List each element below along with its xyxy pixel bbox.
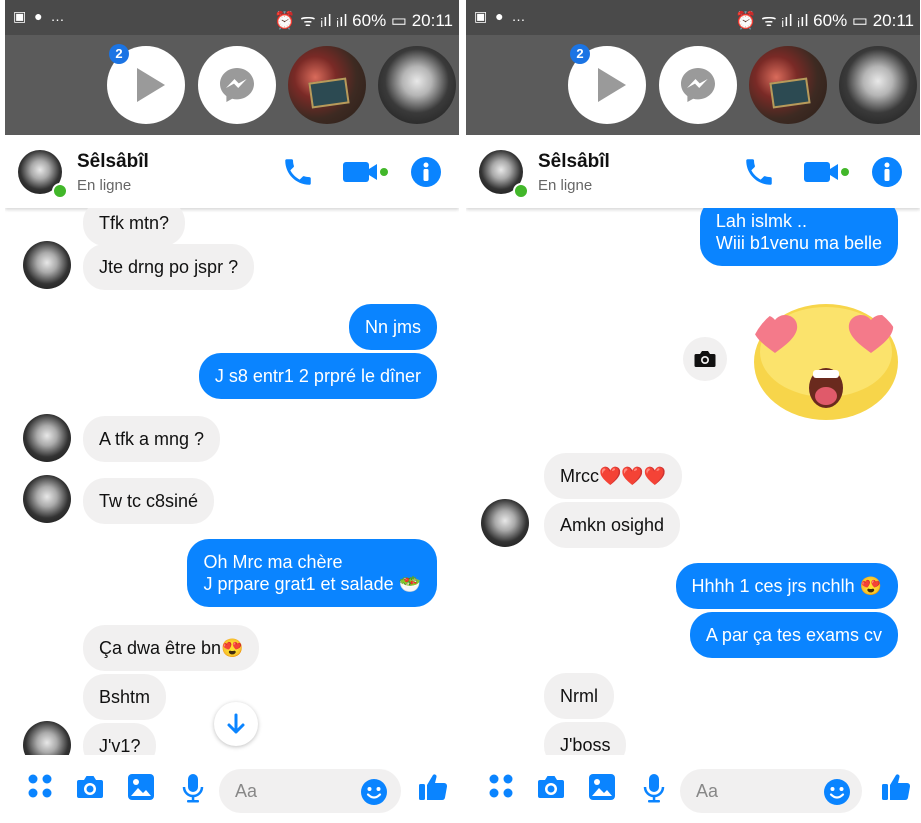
message-outgoing[interactable]: Hhhh 1 ces jrs nchlh 😍 — [675, 563, 898, 609]
sender-avatar — [23, 414, 71, 462]
chat-heads-area: 2 — [5, 35, 459, 135]
sender-avatar — [23, 475, 71, 523]
header-actions — [742, 155, 912, 189]
contact-name[interactable]: Sêlsâbîl — [538, 151, 610, 173]
message-incoming[interactable]: Tw tc c8siné — [83, 478, 215, 524]
messenger-icon — [220, 68, 254, 102]
unread-badge: 2 — [570, 44, 590, 64]
heart-eyes-sticker[interactable] — [749, 296, 904, 421]
chat-heads-area: 2 — [466, 35, 920, 135]
more-actions-icon[interactable] — [27, 773, 53, 799]
messenger-icon — [681, 68, 715, 102]
sender-avatar — [481, 499, 529, 547]
status-left-icons: ▣ ● … — [474, 8, 528, 24]
conversation-header: Sêlsâbîl En ligne — [466, 135, 920, 208]
camera-icon — [694, 351, 716, 367]
message-list[interactable]: Tfk mtn? Jte drng po jspr ? Nn jms J s8 … — [5, 208, 459, 755]
message-outgoing[interactable]: Oh Mrc ma chère J prpare grat1 et salade… — [187, 539, 437, 607]
message-outgoing[interactable]: A par ça tes exams cv — [689, 612, 898, 658]
message-list[interactable]: Lah islmk .. Wiii b1venu ma belle Mrcc❤️… — [466, 208, 920, 755]
camera-reply-button[interactable] — [683, 337, 727, 381]
gallery-icon[interactable] — [588, 773, 616, 801]
like-icon[interactable] — [880, 771, 912, 803]
message-incoming[interactable]: Amkn osighd — [544, 502, 681, 548]
message-incoming[interactable]: J'v1? — [83, 723, 157, 755]
more-actions-icon[interactable] — [488, 773, 514, 799]
microphone-icon[interactable] — [642, 773, 666, 803]
status-left-icons: ▣ ● … — [13, 8, 67, 24]
like-icon[interactable] — [417, 771, 449, 803]
online-indicator — [513, 183, 529, 199]
info-icon[interactable] — [409, 155, 443, 189]
message-incoming[interactable]: Bshtm — [83, 674, 167, 720]
message-incoming[interactable]: J'boss — [544, 722, 627, 755]
phone-icon[interactable] — [742, 155, 776, 189]
messenger-chat-head[interactable] — [198, 46, 276, 124]
scroll-to-bottom-button[interactable] — [214, 702, 258, 746]
sender-avatar — [23, 721, 71, 755]
user-chat-head[interactable] — [378, 46, 456, 124]
right-screenshot: ▣ ● … ⏰ ᯤ ᵢıl ᵢıl 60% ▭ 20:11 2 Sêlsâbîl… — [466, 0, 920, 823]
composer-bar: Aa — [5, 755, 459, 823]
status-bar: ▣ ● … ⏰ ᯤ ᵢıl ᵢıl 60% ▭ 20:11 — [5, 0, 459, 35]
camera-icon[interactable] — [75, 773, 105, 801]
status-right-info: ⏰ ᯤ ᵢıl ᵢıl 60% ▭ 20:11 — [274, 11, 453, 30]
emoji-icon[interactable] — [823, 778, 851, 806]
composer-bar: Aa — [466, 755, 920, 823]
message-incoming[interactable]: Tfk mtn? — [83, 208, 186, 246]
microphone-icon[interactable] — [181, 773, 205, 803]
contact-status: En ligne — [538, 177, 593, 194]
message-incoming[interactable]: Ça dwa être bn😍 — [83, 625, 260, 671]
header-actions — [281, 155, 451, 189]
screenshot-divider — [459, 0, 466, 823]
camera-icon[interactable] — [536, 773, 566, 801]
contact-status: En ligne — [77, 177, 132, 194]
photo-chat-head[interactable] — [288, 46, 366, 124]
message-incoming[interactable]: Jte drng po jspr ? — [83, 244, 255, 290]
status-right-info: ⏰ ᯤ ᵢıl ᵢıl 60% ▭ 20:11 — [735, 11, 914, 30]
message-outgoing[interactable]: J s8 entr1 2 prpré le dîner — [198, 353, 437, 399]
conversation-header: Sêlsâbîl En ligne — [5, 135, 459, 208]
emoji-icon[interactable] — [360, 778, 388, 806]
sender-avatar — [23, 241, 71, 289]
user-chat-head[interactable] — [839, 46, 917, 124]
message-outgoing[interactable]: Lah islmk .. Wiii b1venu ma belle — [699, 208, 898, 266]
unread-badge: 2 — [109, 44, 129, 64]
message-outgoing[interactable]: Nn jms — [348, 304, 437, 350]
left-screenshot: ▣ ● … ⏰ ᯤ ᵢıl ᵢıl 60% ▭ 20:11 2 Sêlsâbîl… — [5, 0, 459, 823]
phone-icon[interactable] — [281, 155, 315, 189]
video-call-icon[interactable] — [341, 155, 391, 189]
message-incoming[interactable]: Nrml — [544, 673, 614, 719]
contact-name[interactable]: Sêlsâbîl — [77, 151, 149, 173]
message-incoming[interactable]: Mrcc❤️❤️❤️ — [544, 453, 683, 499]
status-bar: ▣ ● … ⏰ ᯤ ᵢıl ᵢıl 60% ▭ 20:11 — [466, 0, 920, 35]
messenger-chat-head[interactable] — [659, 46, 737, 124]
info-icon[interactable] — [870, 155, 904, 189]
photo-chat-head[interactable] — [749, 46, 827, 124]
online-indicator — [52, 183, 68, 199]
video-call-icon[interactable] — [802, 155, 852, 189]
message-incoming[interactable]: A tfk a mng ? — [83, 416, 221, 462]
gallery-icon[interactable] — [127, 773, 155, 801]
arrow-down-icon — [227, 713, 245, 734]
